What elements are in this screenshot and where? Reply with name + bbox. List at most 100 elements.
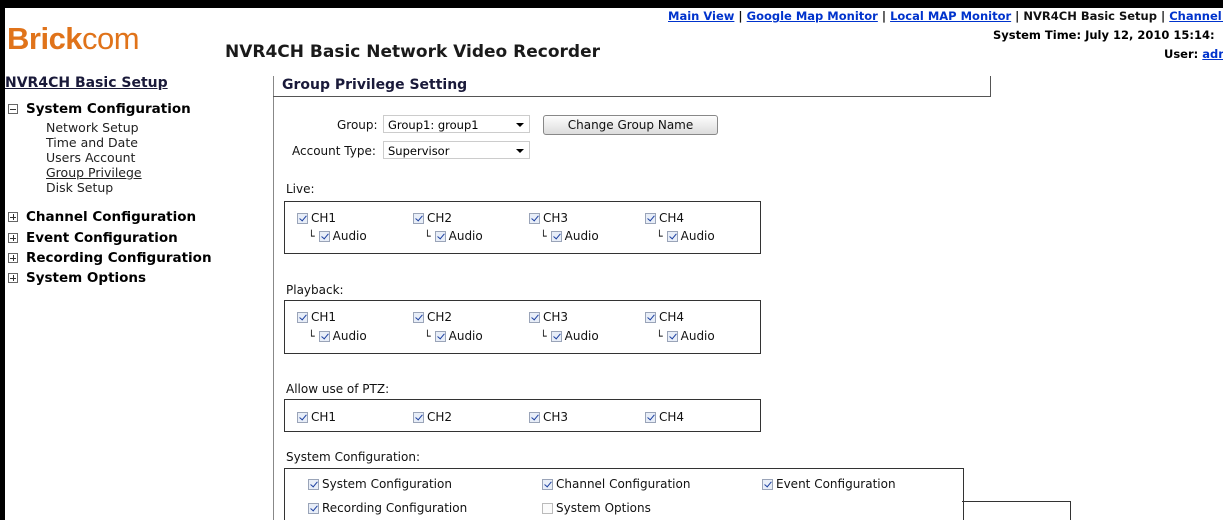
ptz-ch3-checkbox[interactable]: CH3: [529, 410, 568, 424]
checkbox-checked-icon[interactable]: [529, 411, 540, 423]
playback-ch4-audio-checkbox[interactable]: └ Audio: [656, 329, 715, 343]
audio-label: Audio: [564, 229, 599, 243]
ptz-ch2-label: CH2: [427, 410, 453, 424]
account-type-select[interactable]: Supervisor: [383, 141, 530, 159]
sidebar-item-network-setup[interactable]: Network Setup: [46, 120, 139, 135]
user-link[interactable]: adm: [1202, 47, 1223, 61]
ptz-ch1-checkbox[interactable]: CH1: [297, 410, 336, 424]
sidebar-item-group-privilege[interactable]: Group Privilege: [46, 165, 142, 180]
chevron-down-icon: [516, 149, 524, 153]
nav-google-map-monitor[interactable]: Google Map Monitor: [747, 9, 878, 23]
playback-ch3-label: CH3: [543, 310, 569, 324]
checkbox-checked-icon[interactable]: [318, 230, 330, 242]
section-label: System Configuration: [26, 101, 191, 117]
checkbox-checked-icon[interactable]: [666, 230, 678, 242]
live-ch2-audio-checkbox[interactable]: └ Audio: [424, 229, 483, 243]
checkbox-checked-icon[interactable]: [308, 478, 319, 490]
checkbox-checked-icon[interactable]: [645, 311, 656, 323]
checkbox-checked-icon[interactable]: [666, 330, 678, 342]
sidebar-item-disk-setup[interactable]: Disk Setup: [46, 180, 113, 195]
live-ch4-audio-checkbox[interactable]: └ Audio: [656, 229, 715, 243]
change-group-name-button[interactable]: Change Group Name: [543, 115, 718, 135]
checkbox-checked-icon[interactable]: [413, 311, 424, 323]
nav-local-map-monitor[interactable]: Local MAP Monitor: [890, 9, 1011, 23]
checkbox-checked-icon[interactable]: [297, 411, 308, 423]
ptz-ch2-checkbox[interactable]: CH2: [413, 410, 452, 424]
ptz-ch4-checkbox[interactable]: CH4: [645, 410, 684, 424]
section-label: Event Configuration: [26, 230, 178, 246]
playback-ch1-audio-checkbox[interactable]: └ Audio: [308, 329, 367, 343]
checkbox-checked-icon[interactable]: [318, 330, 330, 342]
nav-main-view[interactable]: Main View: [668, 9, 734, 23]
checkbox-unchecked-icon[interactable]: [542, 502, 553, 514]
playback-ch4-checkbox[interactable]: CH4: [645, 310, 684, 324]
sidebar-item-users-account[interactable]: Users Account: [46, 150, 135, 165]
user-label: User:: [1164, 47, 1199, 61]
sidebar-section-system-options[interactable]: System Options: [5, 270, 146, 286]
group-label: Group:: [337, 118, 378, 132]
tree-branch-icon: └: [424, 329, 431, 343]
nav-basic-setup: NVR4CH Basic Setup: [1023, 9, 1157, 23]
ptz-label: Allow use of PTZ:: [286, 382, 390, 396]
perm-label: Recording Configuration: [322, 501, 468, 515]
perm-channel-configuration-checkbox[interactable]: Channel Configuration: [542, 477, 690, 491]
sidebar-item-time-and-date[interactable]: Time and Date: [46, 135, 138, 150]
checkbox-checked-icon[interactable]: [645, 411, 656, 423]
sidebar-title[interactable]: NVR4CH Basic Setup: [5, 75, 168, 91]
logo-light: com: [82, 21, 140, 56]
perm-system-configuration-checkbox[interactable]: System Configuration: [308, 477, 452, 491]
ptz-ch4-label: CH4: [659, 410, 685, 424]
checkbox-checked-icon[interactable]: [297, 212, 308, 224]
group-select[interactable]: Group1: group1: [383, 115, 530, 133]
expand-icon[interactable]: [8, 273, 18, 283]
expand-icon[interactable]: [8, 212, 18, 222]
audio-label: Audio: [564, 329, 599, 343]
playback-ch3-checkbox[interactable]: CH3: [529, 310, 568, 324]
perm-recording-configuration-checkbox[interactable]: Recording Configuration: [308, 501, 467, 515]
live-ch2-label: CH2: [427, 211, 453, 225]
system-time: System Time: July 12, 2010 15:14:: [993, 28, 1215, 42]
live-ch2-checkbox[interactable]: CH2: [413, 211, 452, 225]
live-ch1-audio-checkbox[interactable]: └ Audio: [308, 229, 367, 243]
checkbox-checked-icon[interactable]: [413, 212, 424, 224]
sidebar-section-system-configuration[interactable]: System Configuration: [5, 101, 191, 117]
audio-label: Audio: [680, 329, 715, 343]
expand-icon[interactable]: [8, 253, 18, 263]
live-ch3-checkbox[interactable]: CH3: [529, 211, 568, 225]
playback-ch1-checkbox[interactable]: CH1: [297, 310, 336, 324]
live-ch4-checkbox[interactable]: CH4: [645, 211, 684, 225]
checkbox-checked-icon[interactable]: [297, 311, 308, 323]
live-ch3-audio-checkbox[interactable]: └ Audio: [540, 229, 599, 243]
checkbox-checked-icon[interactable]: [434, 330, 446, 342]
live-ch1-checkbox[interactable]: CH1: [297, 211, 336, 225]
nav-channel-status[interactable]: Channel Stat: [1169, 9, 1223, 23]
checkbox-checked-icon[interactable]: [529, 212, 540, 224]
tree-branch-icon: └: [308, 229, 315, 243]
sidebar-section-channel-configuration[interactable]: Channel Configuration: [5, 209, 196, 225]
checkbox-checked-icon[interactable]: [413, 411, 424, 423]
sidebar-section-recording-configuration[interactable]: Recording Configuration: [5, 250, 212, 266]
expand-icon[interactable]: [8, 233, 18, 243]
playback-ch2-audio-checkbox[interactable]: └ Audio: [424, 329, 483, 343]
perm-system-options-checkbox[interactable]: System Options: [542, 501, 651, 515]
checkbox-checked-icon[interactable]: [762, 478, 773, 490]
collapse-icon[interactable]: [8, 104, 18, 114]
checkbox-checked-icon[interactable]: [550, 330, 562, 342]
audio-label: Audio: [332, 229, 367, 243]
sidebar-section-event-configuration[interactable]: Event Configuration: [5, 230, 178, 246]
checkbox-checked-icon[interactable]: [645, 212, 656, 224]
checkbox-checked-icon[interactable]: [434, 230, 446, 242]
live-ch4-label: CH4: [659, 211, 685, 225]
account-type-value: Supervisor: [388, 144, 450, 158]
checkbox-checked-icon[interactable]: [550, 230, 562, 242]
playback-label: Playback:: [286, 283, 344, 297]
playback-ch2-checkbox[interactable]: CH2: [413, 310, 452, 324]
perm-event-configuration-checkbox[interactable]: Event Configuration: [762, 477, 896, 491]
playback-ch3-audio-checkbox[interactable]: └ Audio: [540, 329, 599, 343]
checkbox-checked-icon[interactable]: [308, 502, 319, 514]
perm-label: System Configuration: [322, 477, 452, 491]
app-window: Brickcom NVR4CH Basic Network Video Reco…: [5, 8, 1223, 520]
content-divider: [273, 76, 274, 520]
checkbox-checked-icon[interactable]: [542, 478, 553, 490]
checkbox-checked-icon[interactable]: [529, 311, 540, 323]
